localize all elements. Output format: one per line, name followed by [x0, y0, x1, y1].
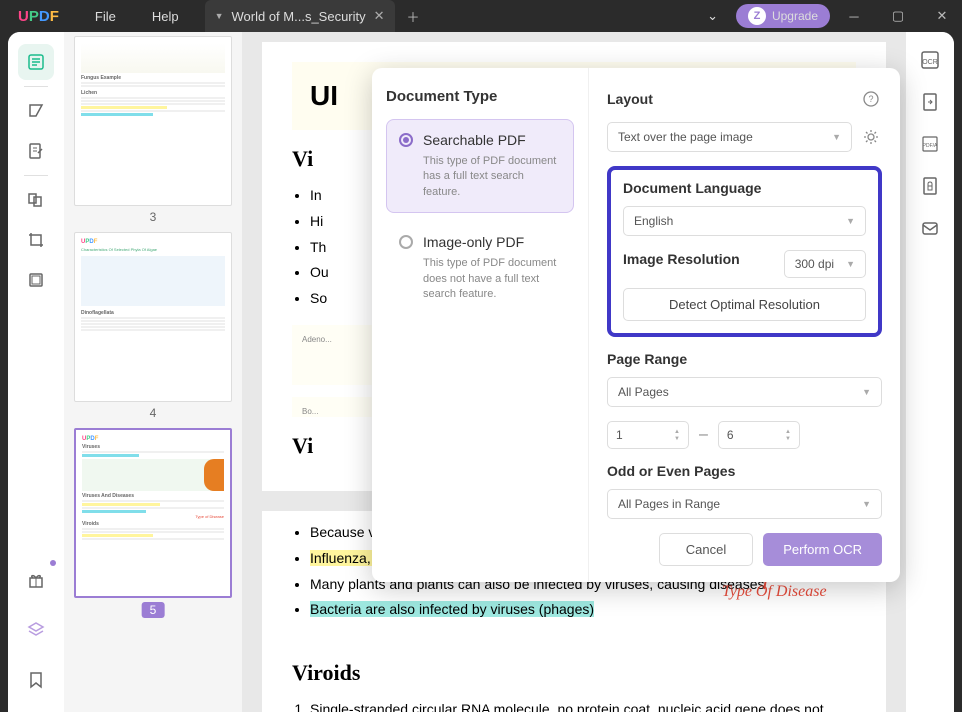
- pdfa-tool-button[interactable]: PDF/A: [920, 134, 940, 154]
- detect-resolution-button[interactable]: Detect Optimal Resolution: [623, 288, 866, 321]
- reader-mode-button[interactable]: [18, 44, 54, 80]
- spinner-arrows-icon[interactable]: ▲▼: [785, 429, 791, 442]
- svg-text:OCR: OCR: [922, 59, 938, 66]
- doc-heading-viroids: Viroids: [292, 660, 856, 686]
- app-logo: UPDF: [0, 8, 77, 25]
- searchable-pdf-desc: This type of PDF document has a full tex…: [423, 154, 561, 200]
- svg-text:?: ?: [868, 94, 873, 104]
- settings-icon[interactable]: [860, 126, 882, 148]
- radio-unchecked-icon: [399, 235, 413, 249]
- menu-file[interactable]: File: [77, 9, 134, 24]
- document-language-label: Document Language: [623, 180, 866, 196]
- image-resolution-label: Image Resolution: [623, 251, 740, 267]
- crop-tool-button[interactable]: [18, 222, 54, 258]
- page-to-input[interactable]: 6 ▲▼: [718, 421, 800, 449]
- chevron-down-icon: ▼: [846, 216, 855, 226]
- edit-pdf-button[interactable]: [18, 133, 54, 169]
- upgrade-label: Upgrade: [772, 9, 818, 23]
- upgrade-badge-icon: Z: [748, 7, 766, 25]
- thumbnail-label: 4: [74, 406, 232, 420]
- page-tools-button[interactable]: [18, 182, 54, 218]
- thumbnail-label: 5: [142, 602, 165, 618]
- comment-tool-button[interactable]: [18, 93, 54, 129]
- chevron-down-icon: ▼: [832, 132, 841, 142]
- svg-text:PDF/A: PDF/A: [923, 143, 938, 149]
- titlebar-dropdown-icon[interactable]: ⌄: [693, 8, 732, 24]
- image-only-pdf-label: Image-only PDF: [423, 234, 524, 250]
- image-only-pdf-desc: This type of PDF document does not have …: [423, 256, 561, 302]
- page-range-select[interactable]: All Pages ▼: [607, 377, 882, 407]
- maximize-button[interactable]: ▢: [878, 0, 918, 32]
- annotation-text: Type Of Disease: [722, 583, 827, 601]
- thumbnail-page-5[interactable]: UPDF Viruses Viruses And Diseases Type o…: [74, 428, 232, 619]
- thumbnail-page-4[interactable]: UPDF Characteristics Of Selected Phyla O…: [74, 232, 232, 420]
- chevron-down-icon: ▼: [846, 259, 855, 269]
- layout-label: Layout: [607, 91, 653, 107]
- resolution-select[interactable]: 300 dpi ▼: [784, 250, 866, 278]
- highlighted-settings-box: Document Language English ▼ Image Resolu…: [607, 166, 882, 337]
- bookmark-button[interactable]: [18, 662, 54, 698]
- upgrade-button[interactable]: Z Upgrade: [736, 4, 830, 28]
- close-window-button[interactable]: ✕: [922, 0, 962, 32]
- layout-select[interactable]: Text over the page image ▼: [607, 122, 852, 152]
- share-tool-button[interactable]: [920, 218, 940, 238]
- cancel-button[interactable]: Cancel: [659, 533, 753, 566]
- doc-ordered-list: Single-stranded circular RNA molecule, n…: [292, 698, 856, 712]
- image-only-pdf-option[interactable]: Image-only PDF This type of PDF document…: [386, 221, 574, 315]
- ocr-panel: Document Type Searchable PDF This type o…: [372, 68, 900, 582]
- document-type-heading: Document Type: [386, 88, 574, 105]
- minimize-button[interactable]: ─: [834, 0, 874, 32]
- thumbnail-page-3[interactable]: Fungus Example Lichen 3: [74, 36, 232, 224]
- document-tab[interactable]: ▼ World of M...s_Security ✕: [205, 0, 395, 32]
- right-sidebar: OCR PDF/A: [906, 32, 954, 712]
- thumbnails-panel: Fungus Example Lichen 3 UPDF Characteris…: [64, 32, 242, 712]
- tab-dropdown-icon[interactable]: ▼: [215, 11, 224, 21]
- spinner-arrows-icon[interactable]: ▲▼: [674, 429, 680, 442]
- radio-checked-icon: [399, 133, 413, 147]
- searchable-pdf-option[interactable]: Searchable PDF This type of PDF document…: [386, 119, 574, 213]
- ocr-tool-button[interactable]: OCR: [920, 50, 940, 70]
- protect-tool-button[interactable]: [920, 176, 940, 196]
- tab-title: World of M...s_Security: [232, 9, 366, 24]
- left-sidebar: [8, 32, 64, 712]
- chevron-down-icon: ▼: [862, 387, 871, 397]
- odd-even-select[interactable]: All Pages in Range ▼: [607, 489, 882, 519]
- titlebar: UPDF File Help ▼ World of M...s_Security…: [0, 0, 962, 32]
- menu-help[interactable]: Help: [134, 9, 197, 24]
- page-from-input[interactable]: 1 ▲▼: [607, 421, 689, 449]
- new-tab-button[interactable]: ＋: [407, 7, 420, 26]
- range-separator: –: [699, 426, 708, 444]
- form-tool-button[interactable]: [18, 262, 54, 298]
- language-select[interactable]: English ▼: [623, 206, 866, 236]
- perform-ocr-button[interactable]: Perform OCR: [763, 533, 882, 566]
- chevron-down-icon: ▼: [862, 499, 871, 509]
- gift-button[interactable]: [18, 562, 54, 598]
- page-range-label: Page Range: [607, 351, 882, 367]
- odd-even-label: Odd or Even Pages: [607, 463, 882, 479]
- layers-button[interactable]: [18, 612, 54, 648]
- close-tab-icon[interactable]: ✕: [374, 8, 385, 24]
- help-icon[interactable]: ?: [860, 88, 882, 110]
- thumbnail-label: 3: [74, 210, 232, 224]
- convert-tool-button[interactable]: [920, 92, 940, 112]
- searchable-pdf-label: Searchable PDF: [423, 132, 526, 148]
